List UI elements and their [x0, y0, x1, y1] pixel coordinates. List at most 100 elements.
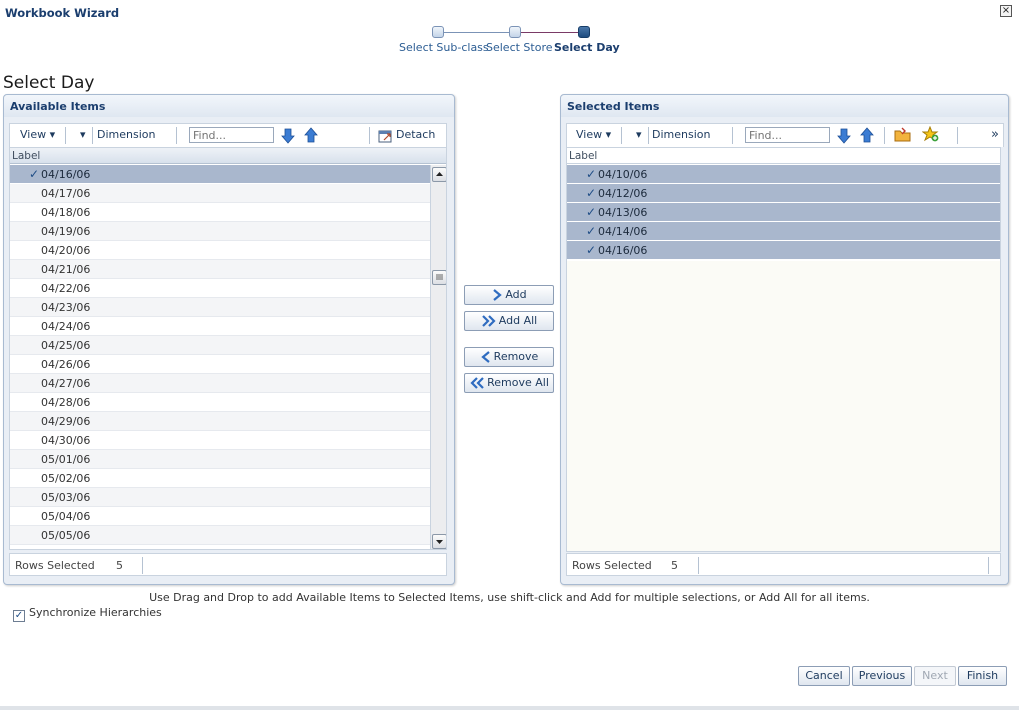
add-button[interactable]: Add — [464, 285, 554, 305]
remove-button-label: Remove — [493, 350, 539, 363]
divider — [884, 127, 885, 144]
row-label: 05/01/06 — [41, 453, 91, 466]
overflow-chevron-icon[interactable]: » — [991, 124, 999, 146]
scroll-down-button[interactable] — [432, 534, 446, 549]
available-status-bar: Rows Selected 5 — [9, 553, 447, 576]
divider — [621, 127, 622, 144]
dimension-dropdown-icon[interactable]: ▾ — [80, 124, 86, 146]
train-stop-subclass[interactable] — [432, 26, 444, 38]
table-row[interactable]: 04/18/06 — [10, 203, 430, 222]
table-row[interactable]: 04/27/06 — [10, 374, 430, 393]
divider — [369, 127, 370, 144]
divider — [957, 127, 958, 144]
row-label: 04/19/06 — [41, 225, 91, 238]
remove-all-button[interactable]: Remove All — [464, 373, 554, 393]
train-label-subclass[interactable]: Select Sub-class — [399, 41, 489, 54]
train-label-store[interactable]: Select Store — [486, 41, 553, 54]
train-connector — [444, 32, 514, 33]
arrow-down-icon[interactable] — [836, 127, 852, 144]
table-row[interactable]: ✓ 04/16/06 — [567, 241, 1000, 260]
add-all-button[interactable]: Add All — [464, 311, 554, 331]
table-row[interactable]: 04/30/06 — [10, 431, 430, 450]
table-row[interactable]: 04/25/06 — [10, 336, 430, 355]
train-stop-store[interactable] — [509, 26, 521, 38]
double-chevron-right-icon — [482, 315, 496, 327]
table-row[interactable]: ✓ 04/12/06 — [567, 184, 1000, 203]
table-row[interactable]: 04/29/06 — [10, 412, 430, 431]
remove-button[interactable]: Remove — [464, 347, 554, 367]
table-row[interactable]: 04/28/06 — [10, 393, 430, 412]
table-row[interactable]: 05/03/06 — [10, 488, 430, 507]
table-row[interactable]: 04/22/06 — [10, 279, 430, 298]
column-header-label[interactable]: Label — [567, 148, 1000, 164]
row-label: 04/28/06 — [41, 396, 91, 409]
train-stop-day — [578, 26, 590, 38]
synchronize-hierarchies-option[interactable]: ✓ Synchronize Hierarchies — [13, 606, 162, 622]
available-scrollbar[interactable] — [430, 165, 446, 549]
row-label: 04/30/06 — [41, 434, 91, 447]
table-row[interactable]: 04/19/06 — [10, 222, 430, 241]
view-menu[interactable]: View ▾ — [576, 124, 611, 146]
previous-button[interactable]: Previous — [852, 666, 912, 686]
finish-button[interactable]: Finish — [958, 666, 1007, 686]
table-row[interactable]: ✓ 04/14/06 — [567, 222, 1000, 241]
arrow-down-icon[interactable] — [280, 127, 296, 144]
selected-items-panel: Selected Items View ▾ ▾ Dimension » Labe… — [560, 94, 1009, 585]
dimension-menu[interactable]: Dimension — [97, 124, 155, 146]
view-menu[interactable]: View ▾ — [20, 124, 55, 146]
table-row[interactable]: 04/23/06 — [10, 298, 430, 317]
table-row[interactable]: ✓ 04/13/06 — [567, 203, 1000, 222]
rows-selected-count: 5 — [116, 559, 123, 572]
close-icon[interactable]: × — [1000, 5, 1012, 17]
table-row[interactable]: 05/04/06 — [10, 507, 430, 526]
window-bottom-edge — [0, 706, 1019, 710]
chevron-left-icon — [480, 351, 490, 363]
table-row[interactable]: 04/26/06 — [10, 355, 430, 374]
table-row[interactable]: 05/06/06 — [10, 545, 430, 549]
cancel-button[interactable]: Cancel — [798, 666, 850, 686]
folder-icon[interactable] — [894, 127, 911, 143]
wizard-train: Select Sub-class Select Store Select Day — [390, 24, 630, 58]
instructions-text: Use Drag and Drop to add Available Items… — [149, 591, 870, 604]
available-items-title: Available Items — [4, 95, 454, 117]
table-row[interactable]: 05/01/06 — [10, 450, 430, 469]
check-icon: ✓ — [586, 243, 597, 257]
star-icon[interactable] — [922, 126, 939, 143]
table-row[interactable]: 05/02/06 — [10, 469, 430, 488]
chevron-down-icon: ▾ — [49, 128, 56, 141]
table-row[interactable]: 04/17/06 — [10, 184, 430, 203]
train-label-day: Select Day — [554, 41, 620, 54]
remove-all-button-label: Remove All — [487, 376, 549, 389]
dimension-dropdown-icon[interactable]: ▾ — [636, 124, 642, 146]
table-row[interactable]: 04/20/06 — [10, 241, 430, 260]
row-label: 04/25/06 — [41, 339, 91, 352]
selected-status-bar: Rows Selected 5 — [566, 553, 1001, 576]
table-row[interactable]: 04/21/06 — [10, 260, 430, 279]
dimension-menu[interactable]: Dimension — [652, 124, 710, 146]
synchronize-label: Synchronize Hierarchies — [29, 606, 162, 619]
scroll-up-button[interactable] — [432, 167, 446, 182]
empty-table-area — [567, 261, 1000, 551]
table-row[interactable]: ✓ 04/16/06 — [10, 165, 430, 184]
divider — [176, 127, 177, 144]
table-row[interactable]: 05/05/06 — [10, 526, 430, 545]
table-row[interactable]: 04/24/06 — [10, 317, 430, 336]
column-header-label[interactable]: Label — [10, 148, 446, 164]
available-find-input[interactable] — [189, 127, 274, 143]
divider — [65, 127, 66, 144]
row-label: 04/27/06 — [41, 377, 91, 390]
table-row[interactable]: ✓ 04/10/06 — [567, 165, 1000, 184]
detach-button[interactable]: Detach — [396, 124, 435, 146]
row-label: 04/16/06 — [598, 244, 648, 257]
window-title: Workbook Wizard — [5, 6, 120, 20]
check-icon: ✓ — [29, 167, 40, 181]
detach-icon[interactable] — [378, 128, 393, 143]
arrow-up-icon[interactable] — [303, 127, 319, 144]
rows-selected-count: 5 — [671, 559, 678, 572]
check-icon: ✓ — [586, 224, 597, 238]
divider — [698, 557, 699, 574]
scroll-thumb[interactable] — [432, 270, 446, 285]
selected-find-input[interactable] — [745, 127, 830, 143]
synchronize-checkbox[interactable]: ✓ — [13, 610, 25, 622]
arrow-up-icon[interactable] — [859, 127, 875, 144]
